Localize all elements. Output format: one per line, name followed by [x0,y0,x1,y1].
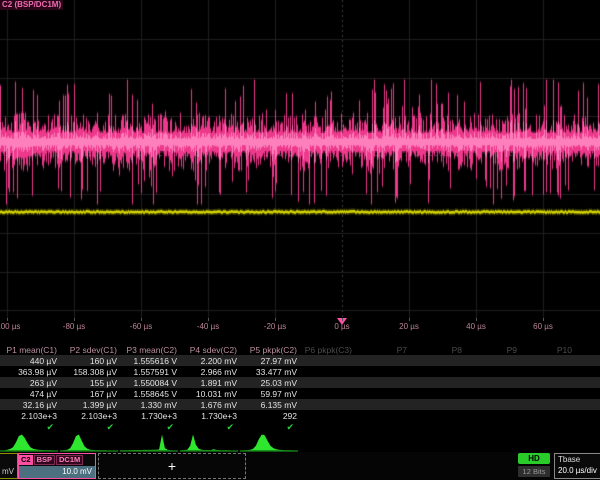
measure-value: 363.98 µV [0,367,60,377]
measure-header[interactable]: P5 pkpk(C2) [240,345,300,355]
histicon-p3[interactable] [120,433,178,452]
measure-value: 1.555616 V [120,356,180,366]
measure-status-check: ✔ [240,422,300,433]
add-trace-button[interactable]: + [98,453,246,479]
axis-tick [275,318,276,321]
c2-bsp-badge: BSP [34,455,55,465]
measure-stat-row: 32.16 µV1.399 µV1.330 mV1.676 mV6.135 mV [0,399,600,410]
measure-stat-row: 440 µV160 µV1.555616 V2.200 mV27.97 mV [0,355,600,366]
measure-value: 1.557591 V [120,367,180,377]
measure-stat-row: 363.98 µV158.308 µV1.557591 V2.966 mV33.… [0,366,600,377]
measure-stat-row: 263 µV155 µV1.550084 V1.891 mV25.03 mV [0,377,600,388]
measure-value: 25.03 mV [240,378,300,388]
timebase-scale-value: 20.0 µs/div [555,464,600,475]
timebase-label: Tbase [555,454,600,464]
measurement-histicons [0,433,600,452]
axis-tick-label: -100 µs [0,322,20,331]
measure-value: 59.97 mV [240,389,300,399]
descriptor-bar: C1 DC1M 10.0 mV C2 BSP DC1M 10.0 mV + HD… [0,452,600,480]
waveform-canvas [0,0,600,318]
measure-value: 1.399 µV [60,400,120,410]
measure-value: 32.16 µV [0,400,60,410]
measure-status-check: ✔ [120,422,180,433]
axis-tick-label: 60 µs [533,322,553,331]
histicon-p1[interactable] [0,433,58,452]
oscilloscope-screen: C2 (BSP/DC1M) -100 µs-80 µs-60 µs-40 µs-… [0,0,600,480]
measure-value: 158.308 µV [60,367,120,377]
channel-c2-descriptor[interactable]: C2 BSP DC1M 10.0 mV [18,453,96,479]
measure-value: 440 µV [0,356,60,366]
measure-value: 1.558645 V [120,389,180,399]
measure-value: 1.330 mV [120,400,180,410]
timebase-descriptor[interactable]: Tbase 20.0 µs/div [554,453,600,479]
measure-value: 2.966 mV [180,367,240,377]
axis-tick-label: 20 µs [399,322,419,331]
channel-c1-descriptor[interactable]: C1 DC1M 10.0 mV [0,453,18,479]
measure-header[interactable]: P3 mean(C2) [120,345,180,355]
active-trace-label[interactable]: C2 (BSP/DC1M) [0,0,63,10]
axis-tick-label: -40 µs [197,322,219,331]
c2-label: C2 [19,455,33,465]
measure-value: 263 µV [0,378,60,388]
axis-tick-label: -80 µs [63,322,85,331]
waveform-grid: C2 (BSP/DC1M) [0,0,600,318]
axis-tick [476,318,477,321]
axis-tick-label: 40 µs [466,322,486,331]
axis-tick [342,318,343,321]
histicon-p2[interactable] [60,433,118,452]
measure-value: 1.730e+3 [120,411,180,421]
measure-value: 474 µV [0,389,60,399]
measure-value: 1.891 mV [180,378,240,388]
measure-value: 155 µV [60,378,120,388]
axis-tick-label: 0 µs [334,322,349,331]
measure-value: 10.031 mV [180,389,240,399]
measure-header-unused[interactable]: P9 [465,345,520,355]
axis-tick [7,318,8,321]
time-axis: -100 µs -80 µs -60 µs -40 µs -20 µs 0 µs 20 µs… [0,318,600,334]
measure-value: 2.200 mV [180,356,240,366]
c2-scale-value: 10.0 mV [19,466,95,478]
measure-value: 1.730e+3 [180,411,240,421]
measure-value: 292 [240,411,300,421]
measure-header-unused[interactable]: P7 [355,345,410,355]
c1-scale-value: 10.0 mV [0,466,17,476]
measure-value: 1.550084 V [120,378,180,388]
measure-stat-row: 2.103e+32.103e+31.730e+31.730e+3292 [0,410,600,421]
measure-value: 167 µV [60,389,120,399]
histicon-p5[interactable] [240,433,298,452]
measure-header-unused[interactable]: P11 [575,345,600,355]
measure-value: 2.103e+3 [60,411,120,421]
measure-header-unused[interactable]: P8 [410,345,465,355]
axis-tick [74,318,75,321]
measure-status-check: ✔ [180,422,240,433]
measure-value: 2.103e+3 [0,411,60,421]
measure-header-unused[interactable]: P10 [520,345,575,355]
measure-value: 27.97 mV [240,356,300,366]
measure-value: 160 µV [60,356,120,366]
measure-header[interactable]: P1 mean(C1) [0,345,60,355]
c2-coupling-badge: DC1M [56,455,83,465]
axis-tick [409,318,410,321]
axis-tick [208,318,209,321]
axis-tick-label: -60 µs [130,322,152,331]
axis-tick [141,318,142,321]
measurement-table: P1 mean(C1)P2 sdev(C1)P3 mean(C2)P4 sdev… [0,344,600,433]
axis-tick [543,318,544,321]
measure-status-check: ✔ [0,422,60,433]
measure-value: 1.676 mV [180,400,240,410]
hd-mode-badge[interactable]: HD [518,453,550,464]
measure-header-unused[interactable]: P6 pkpk(C3) [300,345,355,355]
measure-value: 6.135 mV [240,400,300,410]
measure-header[interactable]: P2 sdev(C1) [60,345,120,355]
axis-tick-label: -20 µs [264,322,286,331]
measure-status-check: ✔ [60,422,120,433]
measure-value: 33.477 mV [240,367,300,377]
histicon-p4[interactable] [180,433,238,452]
hd-bits-label: 12 Bits [518,466,550,477]
measure-stat-row: 474 µV167 µV1.558645 V10.031 mV59.97 mV [0,388,600,399]
measure-header[interactable]: P4 sdev(C2) [180,345,240,355]
